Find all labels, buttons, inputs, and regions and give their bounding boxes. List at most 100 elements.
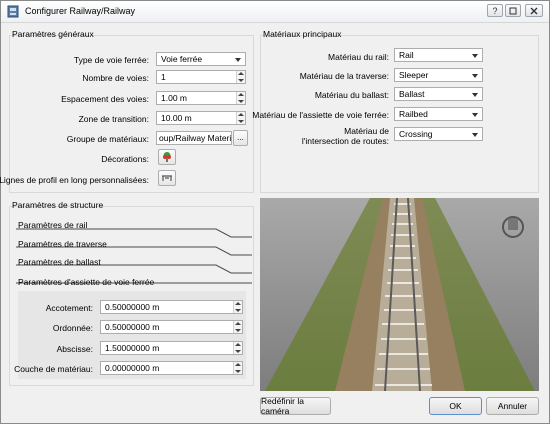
structure-item-ballast[interactable]: Paramètres de ballast [18, 257, 101, 267]
reset-camera-label: Redéfinir la caméra [261, 396, 304, 416]
crossing-material-value: Crossing [399, 129, 433, 139]
tree-icon [163, 152, 171, 162]
decorations-button[interactable] [158, 149, 176, 165]
track-count-label: Nombre de voies: [82, 73, 149, 83]
rail-material-value: Rail [399, 50, 414, 60]
shoulder-label: Accotement: [45, 303, 93, 313]
app-icon [7, 5, 19, 18]
profile-lines-icon [162, 175, 172, 181]
railway-3d-preview[interactable] [260, 198, 539, 391]
chevron-down-icon [472, 74, 478, 78]
rail-material-select[interactable]: Rail [394, 48, 483, 62]
material-group-field[interactable]: oup/Railway Materials [156, 131, 232, 145]
reset-camera-button[interactable]: Redéfinir la caméra [260, 396, 331, 416]
crossing-material-label-line2: l'intersection de routes: [301, 136, 389, 146]
sleeper-material-value: Sleeper [399, 70, 429, 80]
title-bar[interactable]: Configurer Railway/Railway ? [1, 1, 549, 23]
spin-buttons[interactable] [236, 71, 245, 83]
track-spacing-value: 1.00 m [161, 93, 187, 103]
track-spacing-label: Espacement des voies: [61, 94, 149, 104]
ballast-material-value: Ballast [399, 89, 425, 99]
shoulder-value: 0.50000000 m [105, 302, 160, 312]
arrow-down-icon[interactable] [235, 329, 241, 332]
window-title: Configurer Railway/Railway [25, 6, 136, 16]
rail-material-label: Matériau du rail: [328, 52, 389, 62]
structure-item-sleeper[interactable]: Paramètres de traverse [18, 239, 107, 249]
structure-item-railbed[interactable]: Paramètres d'assiette de voie ferrée [18, 277, 154, 287]
ok-button[interactable]: OK [429, 397, 482, 415]
spin-buttons[interactable] [236, 112, 245, 124]
sleeper-material-label: Matériau de la traverse: [299, 71, 389, 81]
railbed-material-value: Railbed [399, 109, 428, 119]
material-group-label: Groupe de matériaux: [66, 134, 149, 144]
cancel-button[interactable]: Annuler [486, 397, 539, 415]
shoulder-spinbox[interactable]: 0.50000000 m [100, 300, 243, 314]
configure-railway-dialog: Configurer Railway/Railway ? Paramètres … [0, 0, 550, 424]
help-button[interactable]: ? [487, 4, 503, 17]
restore-icon [509, 7, 517, 14]
track-type-select[interactable]: Voie ferrée [156, 52, 246, 66]
spin-buttons[interactable] [233, 321, 242, 333]
railbed-material-label: Matériau de l'assiette de voie ferrée: [252, 110, 389, 120]
browse-dots: ... [237, 133, 244, 142]
transition-zone-label: Zone de transition: [78, 114, 149, 124]
chevron-down-icon [472, 113, 478, 117]
material-layer-label: Couche de matériau: [14, 364, 93, 374]
material-group-value: oup/Railway Materials [159, 133, 232, 143]
abscissa-spinbox[interactable]: 1.50000000 m [100, 341, 243, 355]
ordinate-label: Ordonnée: [52, 323, 93, 333]
arrow-up-icon[interactable] [235, 302, 241, 305]
abscissa-label: Abscisse: [56, 344, 93, 354]
arrow-up-icon[interactable] [235, 363, 241, 366]
spin-buttons[interactable] [233, 362, 242, 374]
close-icon [530, 7, 538, 14]
arrow-up-icon[interactable] [238, 72, 244, 75]
help-icon: ? [492, 5, 498, 16]
arrow-down-icon[interactable] [235, 309, 241, 312]
cancel-label: Annuler [497, 401, 528, 411]
chevron-down-icon [235, 58, 241, 62]
ok-label: OK [449, 401, 462, 411]
general-parameters-title: Paramètres généraux [12, 29, 94, 39]
arrow-down-icon[interactable] [235, 370, 241, 373]
crossing-material-label-line1: Matériau de [344, 126, 389, 136]
decorations-label: Décorations: [101, 154, 149, 164]
ballast-material-select[interactable]: Ballast [394, 87, 483, 101]
arrow-down-icon[interactable] [238, 120, 244, 123]
arrow-up-icon[interactable] [238, 93, 244, 96]
close-button[interactable] [525, 4, 543, 17]
spin-buttons[interactable] [233, 342, 242, 354]
chevron-down-icon [472, 93, 478, 97]
ordinate-value: 0.50000000 m [105, 322, 160, 332]
arrow-up-icon[interactable] [235, 322, 241, 325]
ordinate-spinbox[interactable]: 0.50000000 m [100, 320, 243, 334]
spin-buttons[interactable] [233, 301, 242, 313]
arrow-up-icon[interactable] [235, 343, 241, 346]
structure-item-rail[interactable]: Paramètres de rail [18, 220, 87, 230]
transition-zone-spinbox[interactable]: 10.00 m [156, 111, 246, 125]
material-layer-value: 0.00000000 m [105, 363, 160, 373]
track-type-label: Type de voie ferrée: [73, 55, 149, 65]
restore-button[interactable] [505, 4, 521, 17]
crossing-material-select[interactable]: Crossing [394, 127, 483, 141]
main-materials-title: Matériaux principaux [263, 29, 342, 39]
arrow-up-icon[interactable] [238, 113, 244, 116]
profile-lines-label: Lignes de profil en long personnalisées: [0, 175, 149, 185]
material-layer-spinbox[interactable]: 0.00000000 m [100, 361, 243, 375]
arrow-down-icon[interactable] [238, 100, 244, 103]
ballast-material-label: Matériau du ballast: [314, 90, 389, 100]
track-spacing-spinbox[interactable]: 1.00 m [156, 91, 246, 105]
track-count-value: 1 [161, 72, 166, 82]
arrow-down-icon[interactable] [238, 79, 244, 82]
sleeper-material-select[interactable]: Sleeper [394, 68, 483, 82]
transition-zone-value: 10.00 m [161, 113, 192, 123]
arrow-down-icon[interactable] [235, 350, 241, 353]
track-count-spinbox[interactable]: 1 [156, 70, 246, 84]
profile-lines-button[interactable] [158, 170, 176, 186]
material-group-browse-button[interactable]: ... [233, 130, 248, 146]
chevron-down-icon [472, 54, 478, 58]
spin-buttons[interactable] [236, 92, 245, 104]
track-type-value: Voie ferrée [161, 54, 203, 64]
railbed-material-select[interactable]: Railbed [394, 107, 483, 121]
railway-preview-render [260, 198, 539, 391]
